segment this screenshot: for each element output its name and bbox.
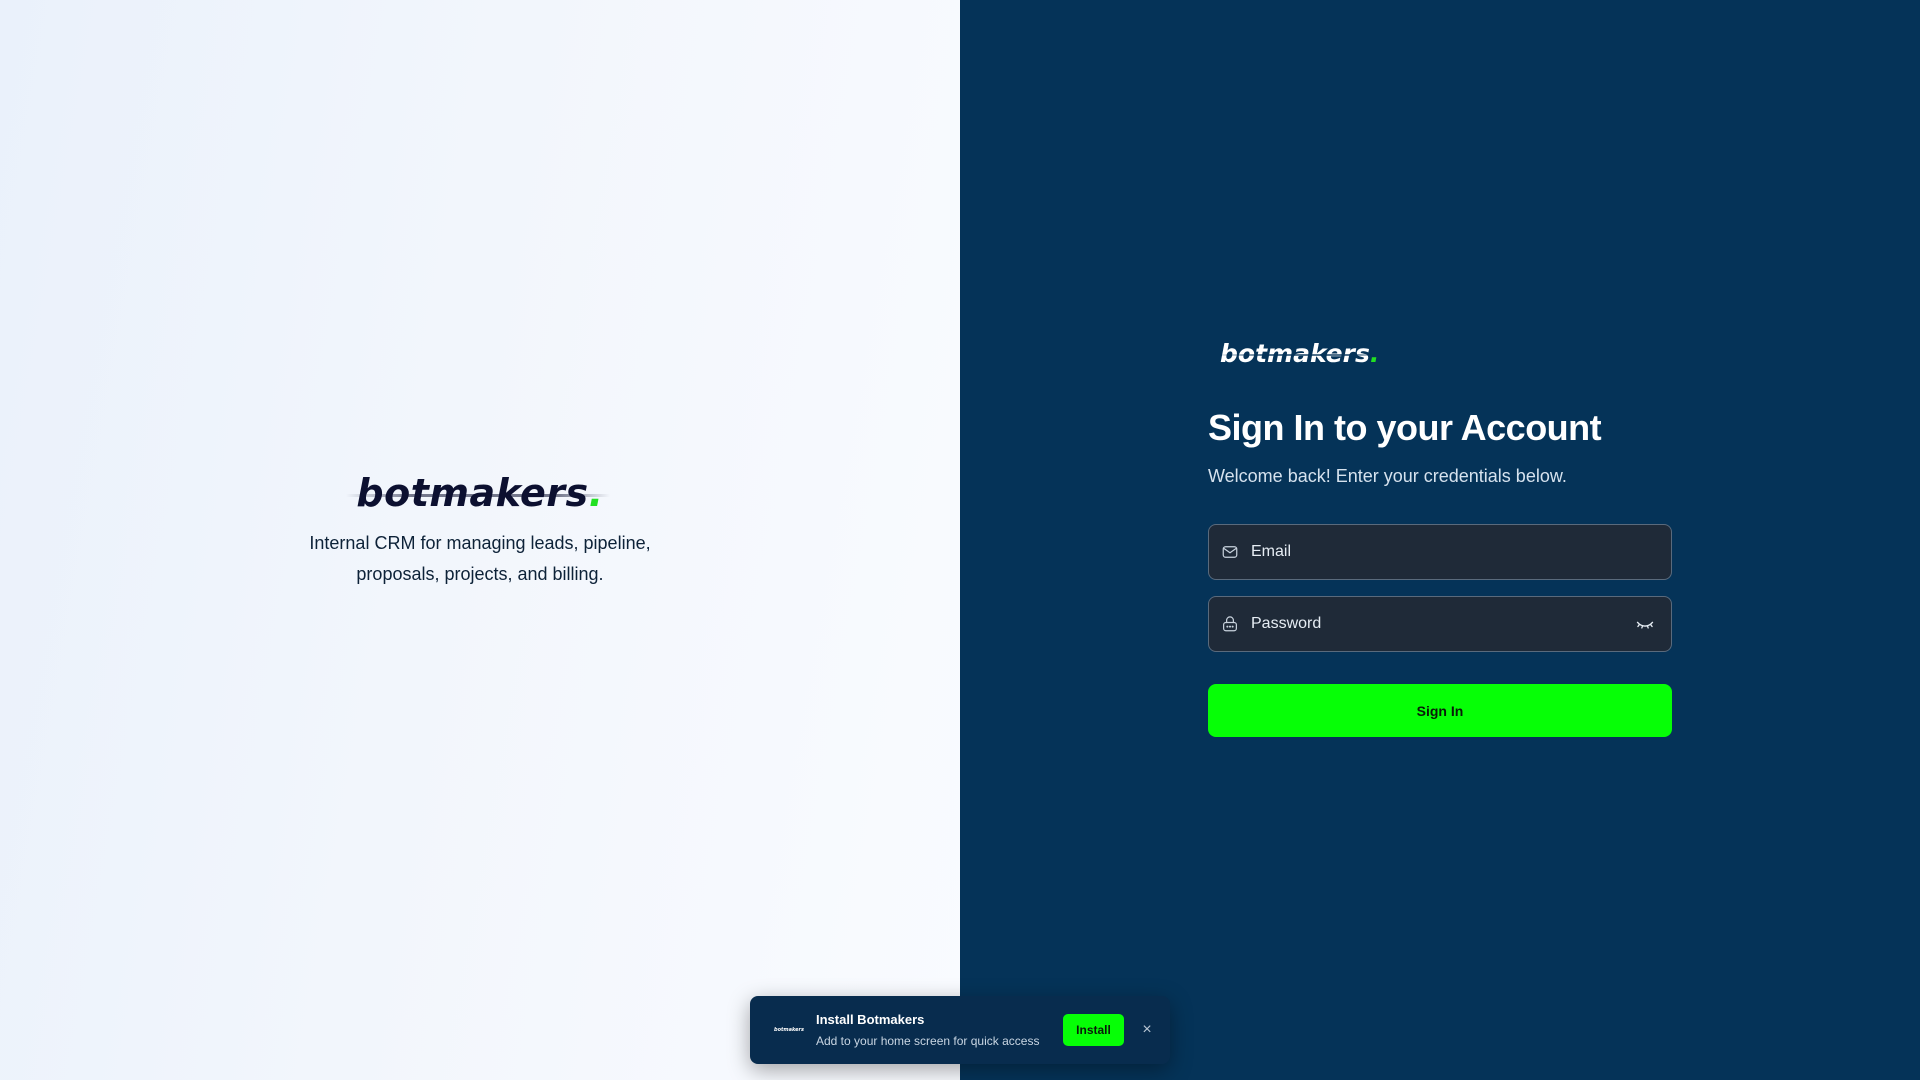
toast-text: Install Botmakers Add to your home scree… [816, 1011, 1063, 1050]
close-icon[interactable]: × [1138, 1021, 1156, 1039]
signin-form: botmakers. Sign In to your Account Welco… [1208, 336, 1672, 737]
brand-panel: botmakers. Internal CRM for managing lea… [0, 0, 960, 1080]
mail-icon [1219, 541, 1241, 563]
password-input[interactable] [1249, 614, 1633, 634]
signin-logo: botmakers. [1213, 336, 1384, 372]
email-input[interactable] [1249, 542, 1657, 562]
brand-logo: botmakers. [346, 468, 610, 518]
install-toast: botmakers Install Botmakers Add to your … [750, 996, 1170, 1064]
toast-description: Add to your home screen for quick access [816, 1033, 1040, 1048]
signin-logo-text: botmakers [1220, 339, 1370, 368]
signin-logo-dot: . [1369, 339, 1380, 368]
lock-icon [1219, 613, 1241, 635]
page-subtitle: Welcome back! Enter your credentials bel… [1208, 466, 1567, 486]
install-button[interactable]: Install [1063, 1014, 1124, 1046]
eye-closed-icon[interactable] [1633, 612, 1657, 636]
login-page: botmakers. Internal CRM for managing lea… [0, 0, 1920, 1080]
brand-content: botmakers. Internal CRM for managing lea… [0, 468, 960, 590]
brand-logo-text: botmakers [356, 471, 589, 515]
brand-logo-dot: . [588, 471, 604, 515]
password-field-wrapper [1208, 596, 1672, 652]
signin-panel: botmakers. Sign In to your Account Welco… [960, 0, 1920, 1080]
brand-tagline: Internal CRM for managing leads, pipelin… [309, 533, 651, 584]
email-field-wrapper [1208, 524, 1672, 580]
sign-in-button[interactable]: Sign In [1208, 684, 1672, 737]
toast-title: Install Botmakers [816, 1011, 925, 1027]
page-title: Sign In to your Account [1208, 407, 1602, 448]
toast-logo: botmakers [774, 1027, 804, 1033]
